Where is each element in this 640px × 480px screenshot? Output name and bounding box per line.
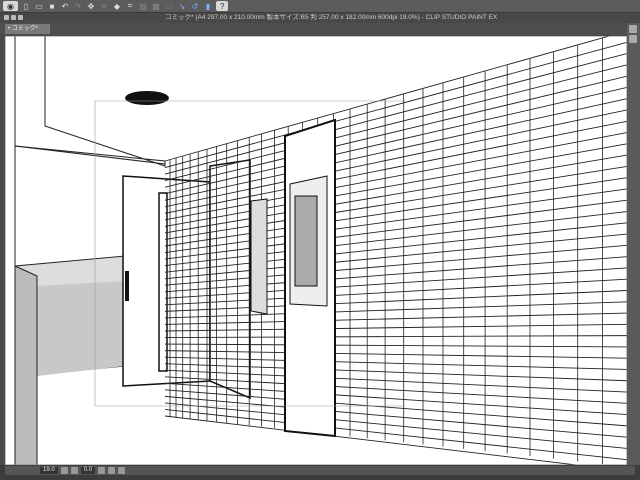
- title-bar: コミック* (A4 297.00 x 210.00mm 製本サイズ:B5 判 2…: [0, 13, 640, 23]
- help-icon[interactable]: ?: [215, 1, 229, 11]
- tab-bar: • コミック*: [0, 23, 640, 35]
- command-bar: ◉ ▯ ▭ ■ ↶ ↷ ✥ ✛ ◆ ⌗ ▨ ▩ □ ↘ ↺ ▮ ?: [0, 0, 640, 13]
- selection-icon[interactable]: ▨: [138, 1, 148, 11]
- canvas[interactable]: [4, 30, 628, 472]
- tab-label: コミック*: [11, 26, 39, 32]
- square-icon[interactable]: □: [164, 1, 174, 11]
- zoom-out-icon[interactable]: [60, 467, 68, 474]
- ruler-snap-icon[interactable]: ↘: [177, 1, 187, 11]
- zoom-in-icon[interactable]: [70, 467, 78, 474]
- tab-comic[interactable]: • コミック*: [5, 24, 50, 34]
- rotate-right-icon[interactable]: [108, 467, 116, 474]
- rotation-value[interactable]: 0.0: [80, 467, 96, 474]
- open-icon[interactable]: ▭: [34, 1, 44, 11]
- redo-icon[interactable]: ↷: [73, 1, 83, 11]
- eye-icon[interactable]: ◉: [3, 1, 18, 11]
- window-title: コミック* (A4 297.00 x 210.00mm 製本サイズ:B5 判 2…: [165, 14, 498, 21]
- scroll-up-button[interactable]: [629, 25, 637, 33]
- ceiling-light: [125, 91, 169, 105]
- grid-snap-icon[interactable]: ▮: [203, 1, 213, 11]
- status-bar: 19.0 0.0: [0, 465, 640, 480]
- transform-icon[interactable]: ✥: [86, 1, 96, 11]
- layer-icon[interactable]: ▩: [151, 1, 161, 11]
- fill-icon[interactable]: ◆: [112, 1, 122, 11]
- minimize-icon[interactable]: [11, 15, 16, 20]
- zoom-value[interactable]: 19.0: [40, 467, 58, 474]
- maximize-icon[interactable]: [18, 15, 23, 20]
- undo-icon[interactable]: ↶: [60, 1, 70, 11]
- artwork: [4, 30, 628, 472]
- new-file-icon[interactable]: ▯: [21, 1, 31, 11]
- save-icon[interactable]: ■: [47, 1, 57, 11]
- rotate-left-icon[interactable]: [98, 467, 106, 474]
- special-ruler-icon[interactable]: ↺: [190, 1, 200, 11]
- vertical-scrollbar[interactable]: [627, 23, 640, 465]
- scroll-down-button[interactable]: [629, 35, 637, 43]
- reset-rotation-icon[interactable]: [118, 467, 126, 474]
- fit-icon[interactable]: ⌗: [125, 1, 135, 11]
- clear-icon[interactable]: ✛: [99, 1, 109, 11]
- close-icon[interactable]: [4, 15, 9, 20]
